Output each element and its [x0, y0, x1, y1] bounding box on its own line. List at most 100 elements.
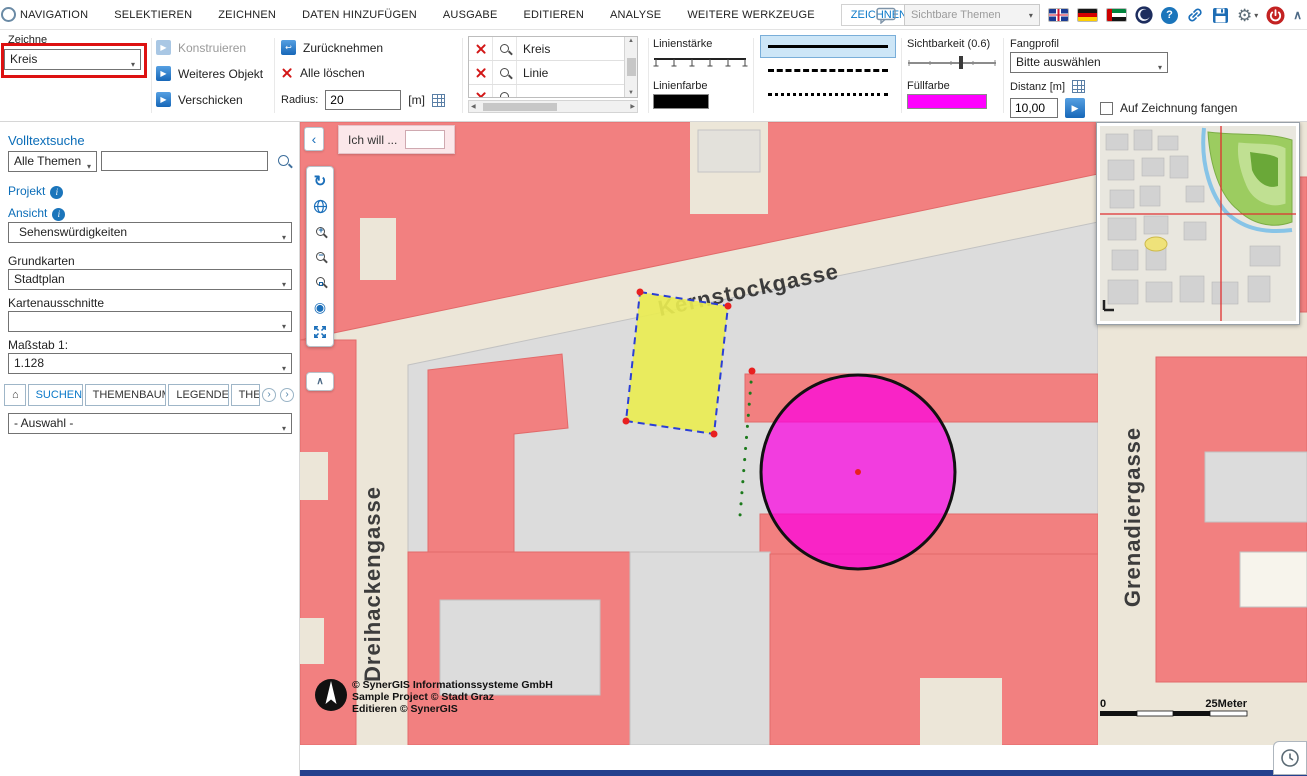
street-label-grenadiergasse: Grenadiergasse	[1120, 427, 1145, 607]
night-mode-moon-icon[interactable]	[1135, 6, 1153, 24]
delete-x-icon[interactable]	[475, 91, 487, 99]
volltext-search-input[interactable]	[101, 151, 268, 171]
history-clock-button[interactable]	[1273, 741, 1307, 775]
vertical-scrollbar[interactable]: ▲ ▼	[624, 37, 637, 97]
scroll-right-icon[interactable]: ▶	[630, 103, 635, 110]
fangen-checkbox[interactable]	[1100, 102, 1113, 115]
line-style-dashed[interactable]	[760, 59, 896, 82]
tab-home[interactable]: ⌂	[4, 384, 26, 406]
scroll-left-icon[interactable]: ◀	[471, 103, 476, 110]
fill-color-swatch[interactable]	[907, 94, 987, 109]
map-viewport[interactable]: Kernstockgasse Dreihackengasse Grenadier…	[300, 122, 1307, 745]
zoom-to-icon[interactable]	[500, 92, 509, 98]
collapse-ribbon-icon[interactable]: ∧	[1293, 8, 1302, 22]
list-item[interactable]: Kreis	[469, 37, 637, 61]
radius-unit-label: [m]	[408, 93, 425, 107]
distanz-label: Distanz [m]	[1010, 81, 1065, 93]
kartenausschnitte-dropdown[interactable]: ▾	[8, 311, 292, 332]
verschicken-button[interactable]: ▶ Verschicken	[156, 92, 243, 107]
distanz-input[interactable]	[1010, 98, 1058, 118]
delete-x-icon[interactable]	[475, 43, 487, 55]
grundkarten-dropdown[interactable]: Stadtplan ▾	[8, 269, 292, 290]
list-item[interactable]: Linie	[469, 61, 637, 85]
line-style-dotted[interactable]	[760, 83, 896, 106]
info-icon[interactable]: i	[52, 208, 65, 221]
zuruecknehmen-button[interactable]: ↩ Zurücknehmen	[281, 40, 383, 55]
menu-tab-daten-hinzufuegen[interactable]: DATEN HINZUFÜGEN	[302, 9, 417, 21]
table-grid-icon[interactable]	[1072, 80, 1085, 93]
language-german-flag-icon[interactable]	[1077, 8, 1098, 22]
radius-input[interactable]	[325, 90, 401, 110]
overview-map[interactable]	[1096, 122, 1300, 325]
tab-overflow-icon[interactable]: ›	[280, 388, 294, 402]
language-arabic-flag-icon[interactable]	[1106, 8, 1127, 22]
menu-tab-editieren[interactable]: EDITIEREN	[523, 9, 583, 21]
menu-tab-navigation[interactable]: NAVIGATION	[20, 9, 88, 21]
tab-legende[interactable]: LEGENDE	[168, 384, 228, 406]
full-extent-button[interactable]	[309, 321, 331, 342]
volltextsuche-link[interactable]: Volltextsuche	[8, 133, 85, 148]
drawn-objects-list[interactable]: Kreis Linie ▲ ▼	[468, 36, 638, 98]
zoom-to-icon[interactable]	[500, 44, 509, 53]
solid-line-icon	[768, 45, 888, 48]
fangprofil-dropdown[interactable]: Bitte auswählen ▾	[1010, 52, 1168, 73]
drawn-polygon[interactable]	[623, 289, 732, 438]
menu-tab-selektieren[interactable]: SELEKTIEREN	[114, 9, 192, 21]
line-style-solid[interactable]	[760, 35, 896, 58]
massstab-label: Maßstab 1:	[8, 338, 68, 352]
app-circle-icon[interactable]	[1, 7, 16, 22]
zoom-to-icon[interactable]	[500, 68, 509, 77]
scroll-up-icon[interactable]: ▲	[628, 38, 634, 44]
table-grid-icon[interactable]	[432, 94, 445, 107]
visible-themes-dropdown[interactable]: Sichtbare Themen ▾	[904, 4, 1040, 26]
horizontal-scrollbar[interactable]: ◀ ▶	[468, 100, 638, 113]
menu-tab-analyse[interactable]: ANALYSE	[610, 9, 661, 21]
tab-suchen[interactable]: SUCHEN	[28, 384, 83, 406]
list-item[interactable]	[469, 85, 637, 98]
visibility-slider[interactable]	[907, 54, 997, 74]
share-link-icon[interactable]	[1186, 6, 1204, 24]
refresh-button[interactable]: ↻	[309, 171, 331, 192]
line-width-control[interactable]	[653, 54, 748, 74]
sidebar-collapse-button[interactable]: ‹	[304, 127, 324, 151]
logout-power-icon[interactable]	[1266, 6, 1285, 25]
menu-tab-zeichnen[interactable]: ZEICHNEN	[218, 9, 276, 21]
list-item-label: Linie	[517, 66, 548, 80]
auswahl-dropdown[interactable]: - Auswahl - ▾	[8, 413, 292, 434]
massstab-dropdown[interactable]: 1.128 ▾	[8, 353, 292, 374]
zoom-out-button[interactable]: −	[309, 246, 331, 267]
speech-bubble-icon[interactable]	[876, 7, 896, 24]
drawn-circle[interactable]	[761, 375, 955, 569]
delete-x-icon[interactable]	[475, 67, 487, 79]
menu-tab-ausgabe[interactable]: AUSGABE	[443, 9, 498, 21]
menu-tab-weitere-werkzeuge[interactable]: WEITERE WERKZEUGE	[687, 9, 814, 21]
apply-distanz-button[interactable]: ▶	[1065, 98, 1085, 118]
zeichne-dropdown[interactable]: Kreis ▾	[4, 49, 141, 70]
scrollbar-thumb[interactable]	[627, 58, 636, 76]
line-style-list[interactable]	[760, 35, 896, 107]
tab-scroll-right-icon[interactable]: ›	[262, 388, 276, 402]
info-icon[interactable]: i	[50, 186, 63, 199]
scroll-down-icon[interactable]: ▼	[628, 90, 634, 96]
toolbar-collapse-button[interactable]: ∧	[306, 372, 334, 391]
settings-gear-icon[interactable]: ⚙ ▾	[1237, 7, 1258, 24]
search-icon[interactable]	[278, 155, 289, 166]
suche-scope-dropdown[interactable]: Alle Themen ▾	[8, 151, 97, 172]
language-english-flag-icon[interactable]	[1048, 8, 1069, 22]
help-icon[interactable]: ?	[1161, 7, 1178, 24]
tab-themen-clipped[interactable]: THEM	[231, 384, 260, 406]
tab-themenbaum[interactable]: THEMENBAUM	[85, 384, 167, 406]
overview-globe-button[interactable]	[309, 196, 331, 217]
line-color-swatch[interactable]	[653, 94, 709, 109]
alle-loeschen-button[interactable]: Alle löschen	[281, 66, 365, 80]
massstab-dropdown-value: 1.128	[14, 356, 44, 370]
weiteres-objekt-button[interactable]: ▶ Weiteres Objekt	[156, 66, 263, 81]
zoom-in-button[interactable]: +	[309, 221, 331, 242]
center-map-button[interactable]: ◉	[309, 296, 331, 317]
ich-will-widget[interactable]: Ich will ...	[338, 125, 455, 154]
scrollbar-thumb[interactable]	[483, 103, 557, 111]
zoom-window-button[interactable]	[309, 271, 331, 292]
save-icon[interactable]	[1212, 7, 1229, 24]
ansicht-dropdown[interactable]: Sehenswürdigkeiten ▾	[8, 222, 292, 243]
ich-will-input[interactable]	[405, 130, 445, 149]
